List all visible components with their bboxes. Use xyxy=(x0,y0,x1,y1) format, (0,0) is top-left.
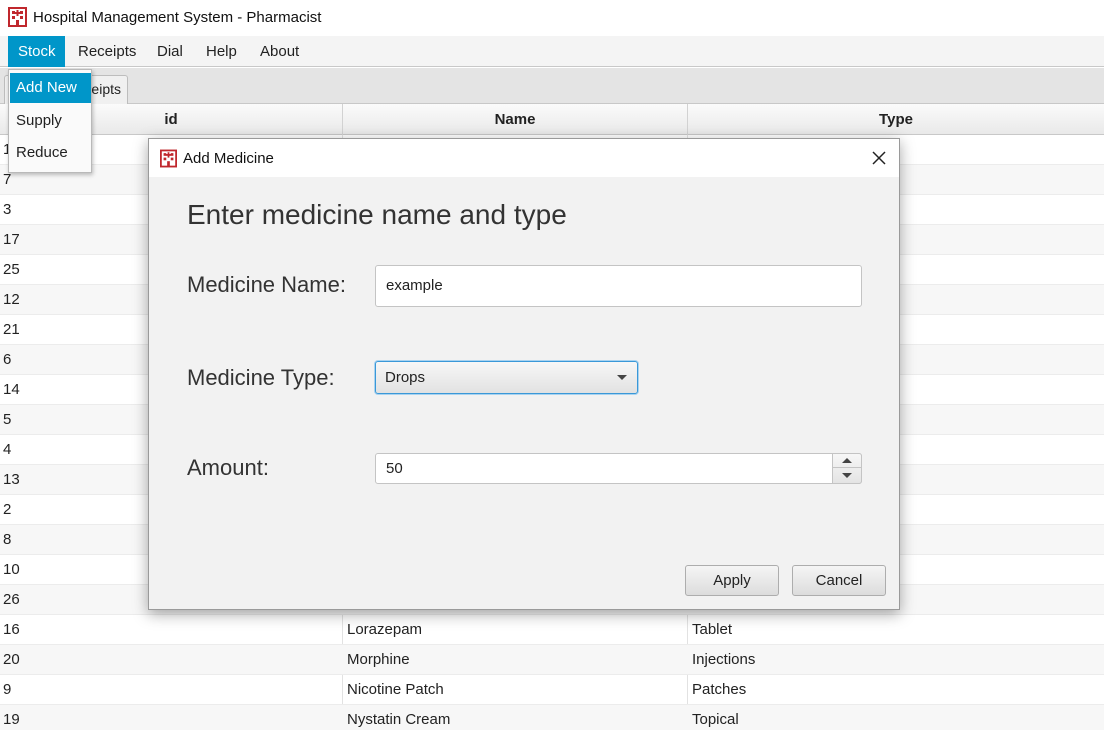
cell-name: Nicotine Patch xyxy=(347,681,444,698)
table-row[interactable]: 16 Lorazepam Tablet xyxy=(0,615,1104,645)
window-title: Hospital Management System - Pharmacist xyxy=(33,9,322,26)
medicine-name-label: Medicine Name: xyxy=(187,272,346,297)
hospital-icon xyxy=(8,7,27,27)
table-row[interactable]: 9 Nicotine Patch Patches xyxy=(0,675,1104,705)
table-row[interactable]: 20 Morphine Injections xyxy=(0,645,1104,675)
table-row[interactable]: 19 Nystatin Cream Topical xyxy=(0,705,1104,730)
cell-type: Topical xyxy=(692,711,739,728)
tab-receipts-label: eipts xyxy=(91,81,121,97)
stock-dropdown-menu: Add New Supply Reduce xyxy=(8,69,92,173)
decrement-button[interactable] xyxy=(833,469,861,483)
menu-item-reduce[interactable]: Reduce xyxy=(10,138,91,168)
menu-about[interactable]: About xyxy=(250,36,309,67)
add-medicine-dialog: Add Medicine Enter medicine name and typ… xyxy=(148,138,900,610)
cell-id: 16 xyxy=(3,621,20,638)
column-header-type[interactable]: Type xyxy=(688,104,1104,135)
medicine-type-value: Drops xyxy=(385,369,426,386)
cell-id: 9 xyxy=(3,681,12,698)
apply-button[interactable]: Apply xyxy=(685,565,779,596)
increment-button[interactable] xyxy=(833,454,861,468)
cell-name: Lorazepam xyxy=(347,621,423,638)
medicine-type-select[interactable]: Drops xyxy=(375,361,638,394)
hospital-icon xyxy=(160,149,177,168)
arrow-up-icon xyxy=(842,458,852,463)
dialog-heading: Enter medicine name and type xyxy=(187,199,567,230)
dialog-titlebar: Add Medicine xyxy=(149,139,899,177)
cell-type: Patches xyxy=(692,681,747,698)
medicine-name-input[interactable]: example xyxy=(375,265,862,307)
cell-type: Injections xyxy=(692,651,756,668)
cancel-button[interactable]: Cancel xyxy=(792,565,886,596)
window-titlebar: Hospital Management System - Pharmacist xyxy=(0,0,1104,36)
close-icon[interactable] xyxy=(867,146,891,170)
dialog-title: Add Medicine xyxy=(183,150,274,167)
stepper-buttons xyxy=(832,453,862,484)
chevron-down-icon xyxy=(617,375,627,380)
amount-value: 50 xyxy=(386,460,403,477)
menu-item-supply[interactable]: Supply xyxy=(10,106,91,136)
table-header: id Name Type xyxy=(0,104,1104,135)
menu-help[interactable]: Help xyxy=(196,36,247,67)
amount-label: Amount: xyxy=(187,455,269,480)
menu-bar: Stock Receipts Dial Help About xyxy=(0,36,1104,67)
cell-type: Tablet xyxy=(692,621,733,638)
column-header-name[interactable]: Name xyxy=(343,104,688,135)
medicine-type-label: Medicine Type: xyxy=(187,365,335,390)
menu-receipts[interactable]: Receipts xyxy=(68,36,146,67)
cell-id: 19 xyxy=(3,711,20,728)
cell-name: Nystatin Cream xyxy=(347,711,451,728)
amount-stepper[interactable]: 50 xyxy=(375,453,862,484)
menu-dial[interactable]: Dial xyxy=(147,36,193,67)
cell-id: 20 xyxy=(3,651,20,668)
arrow-down-icon xyxy=(842,473,852,478)
tab-strip: eipts xyxy=(0,68,1104,104)
menu-item-add-new[interactable]: Add New xyxy=(10,73,91,103)
cell-name: Morphine xyxy=(347,651,410,668)
menu-stock[interactable]: Stock xyxy=(8,36,65,67)
